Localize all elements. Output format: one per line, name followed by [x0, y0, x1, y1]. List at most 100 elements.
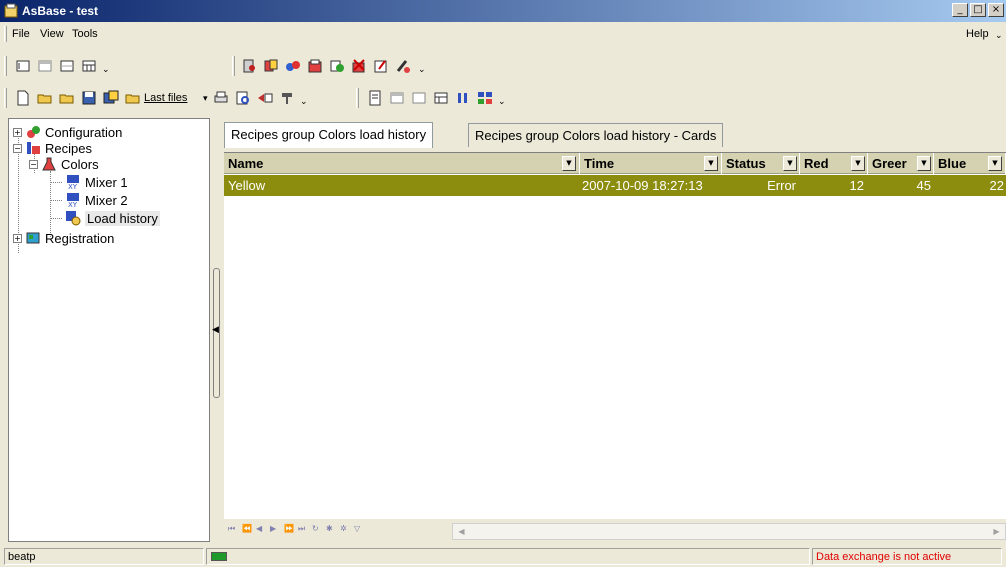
collapse-icon[interactable]: − [29, 159, 38, 169]
toolbar-grip[interactable] [232, 56, 235, 76]
save-as-icon[interactable] [102, 89, 120, 107]
filter-dropdown-icon[interactable]: ▼ [704, 156, 718, 171]
print-preview-icon[interactable] [234, 89, 252, 107]
tab-load-history-cards[interactable]: Recipes group Colors load history - Card… [468, 123, 724, 147]
filter-dropdown-icon[interactable]: ▼ [988, 156, 1002, 171]
load-history-icon [66, 211, 81, 226]
tree-item-registration[interactable]: + Registration [13, 229, 114, 247]
svg-text:XY: XY [68, 183, 78, 190]
last-files-folder-icon[interactable] [124, 89, 142, 107]
data-grid: Name ▼ Time ▼ Status ▼ Red ▼ Greer ▼ Blu… [224, 152, 1006, 543]
next-record-icon[interactable]: ▶ [270, 524, 280, 536]
last-files-button[interactable]: Last files [144, 92, 187, 104]
flask-icon [42, 157, 56, 171]
cell-green: 45 [916, 178, 931, 193]
tools-icon[interactable] [278, 89, 296, 107]
maximize-button[interactable]: □ [970, 3, 986, 17]
cell-blue: 22 [989, 178, 1004, 193]
recipe-group-icon[interactable] [262, 57, 280, 75]
refresh-icon[interactable]: ↻ [312, 524, 322, 536]
view-header-icon[interactable] [36, 57, 54, 75]
last-files-dropdown-icon[interactable]: ▾ [203, 94, 208, 104]
close-button[interactable]: × [988, 3, 1004, 17]
view-list-icon[interactable] [410, 89, 428, 107]
recipe-icon[interactable] [240, 57, 258, 75]
expand-icon[interactable]: + [13, 233, 22, 243]
recipe-load-icon[interactable] [284, 57, 302, 75]
prev-record-icon[interactable]: ◀ [256, 524, 266, 536]
filter-dropdown-icon[interactable]: ▼ [851, 156, 865, 171]
view-grid-icon[interactable] [80, 57, 98, 75]
scroll-left-icon[interactable]: ◀ [453, 524, 470, 539]
horizontal-scrollbar[interactable]: ◀ ▶ [452, 523, 1006, 540]
recipe-copy-icon[interactable] [328, 57, 346, 75]
filter-dropdown-icon[interactable]: ▼ [917, 156, 931, 171]
menu-file[interactable]: File [12, 28, 30, 40]
toolbar-grip[interactable] [356, 88, 359, 108]
recipe-save-icon[interactable] [306, 57, 324, 75]
xy-table-icon: XY [67, 193, 79, 208]
status-user: beatp [4, 548, 204, 565]
toolbar-dropdown-icon[interactable]: ⌄ [102, 65, 110, 75]
delete-icon[interactable]: ✲ [340, 524, 350, 536]
navigation-tree: + Configuration − Recipes − Colors XY Mi… [8, 118, 210, 542]
view-single-icon[interactable] [14, 57, 32, 75]
toolbar-grip[interactable] [4, 88, 7, 108]
column-header-time[interactable]: Time [580, 153, 722, 174]
xy-table-icon: XY [67, 175, 79, 190]
last-record-icon[interactable]: ⏭ [298, 524, 308, 536]
tree-item-load-history[interactable]: Load history [65, 209, 160, 227]
toolbar-dropdown-icon[interactable]: ⌄ [300, 97, 308, 107]
recipe-edit-icon[interactable] [372, 57, 390, 75]
open-folder-icon[interactable] [58, 89, 76, 107]
filter-dropdown-icon[interactable]: ▼ [783, 156, 797, 171]
grid-navigator: ⏮ ⏪ ◀ ▶ ⏩ ⏭ ↻ ✱ ✲ ▽ ◀ ▶ [224, 519, 1006, 543]
filter-dropdown-icon[interactable]: ▼ [562, 156, 576, 171]
filter-icon[interactable]: ▽ [354, 524, 364, 536]
menu-bar: File View Tools Help ⌄ [0, 22, 1006, 48]
scroll-right-icon[interactable]: ▶ [988, 524, 1005, 539]
toolbar-row-2: Last files ▾ ⌄ ⌄ [0, 84, 1006, 112]
recipe-delete-icon[interactable] [350, 57, 368, 75]
expand-icon[interactable]: + [13, 127, 22, 137]
menu-view[interactable]: View [40, 28, 64, 40]
next-page-icon[interactable]: ⏩ [284, 524, 294, 536]
collapse-panel-icon[interactable]: ◀ [212, 325, 219, 335]
tab-load-history[interactable]: Recipes group Colors load history [224, 122, 434, 148]
cards-icon[interactable] [476, 89, 494, 107]
status-bar: beatp Data exchange is not active [0, 545, 1006, 567]
toolbar-dropdown-icon[interactable]: ⌄ [418, 65, 426, 75]
view-header-icon[interactable] [388, 89, 406, 107]
export-icon[interactable] [256, 89, 274, 107]
column-header-name[interactable]: Name [224, 153, 580, 174]
columns-icon[interactable] [454, 89, 472, 107]
view-grid-icon[interactable] [432, 89, 450, 107]
document-icon[interactable] [366, 89, 384, 107]
panel-splitter[interactable]: ◀ [211, 118, 221, 542]
collapse-icon[interactable]: − [13, 143, 22, 153]
toolbar-grip[interactable] [4, 56, 7, 76]
print-icon[interactable] [212, 89, 230, 107]
first-record-icon[interactable]: ⏮ [228, 524, 238, 536]
menu-grip[interactable] [4, 26, 7, 42]
new-icon[interactable] [14, 89, 32, 107]
menu-help[interactable]: Help [966, 28, 989, 40]
prev-page-icon[interactable]: ⏪ [242, 524, 252, 536]
view-list-icon[interactable] [58, 57, 76, 75]
cell-red: 12 [849, 178, 864, 193]
connection-led-icon [211, 552, 227, 561]
toolbar-row-1: ⌄ ⌄ [0, 52, 1006, 80]
table-row[interactable]: Yellow 2007-10-09 18:27:13 Error 12 45 2… [224, 175, 1006, 196]
menu-overflow-icon[interactable]: ⌄ [995, 30, 1003, 41]
tree-item-colors[interactable]: − Colors [29, 155, 99, 173]
window-title: AsBase - test [22, 4, 99, 18]
save-icon[interactable] [80, 89, 98, 107]
tree-item-mixer-2[interactable]: XY Mixer 2 [65, 191, 128, 209]
menu-tools[interactable]: Tools [72, 28, 98, 40]
toolbar-dropdown-icon[interactable]: ⌄ [498, 97, 506, 107]
minimize-button[interactable]: _ [952, 3, 968, 17]
insert-icon[interactable]: ✱ [326, 524, 336, 536]
open-icon[interactable] [36, 89, 54, 107]
recipe-tools-icon[interactable] [394, 57, 412, 75]
tree-item-mixer-1[interactable]: XY Mixer 1 [65, 173, 128, 191]
